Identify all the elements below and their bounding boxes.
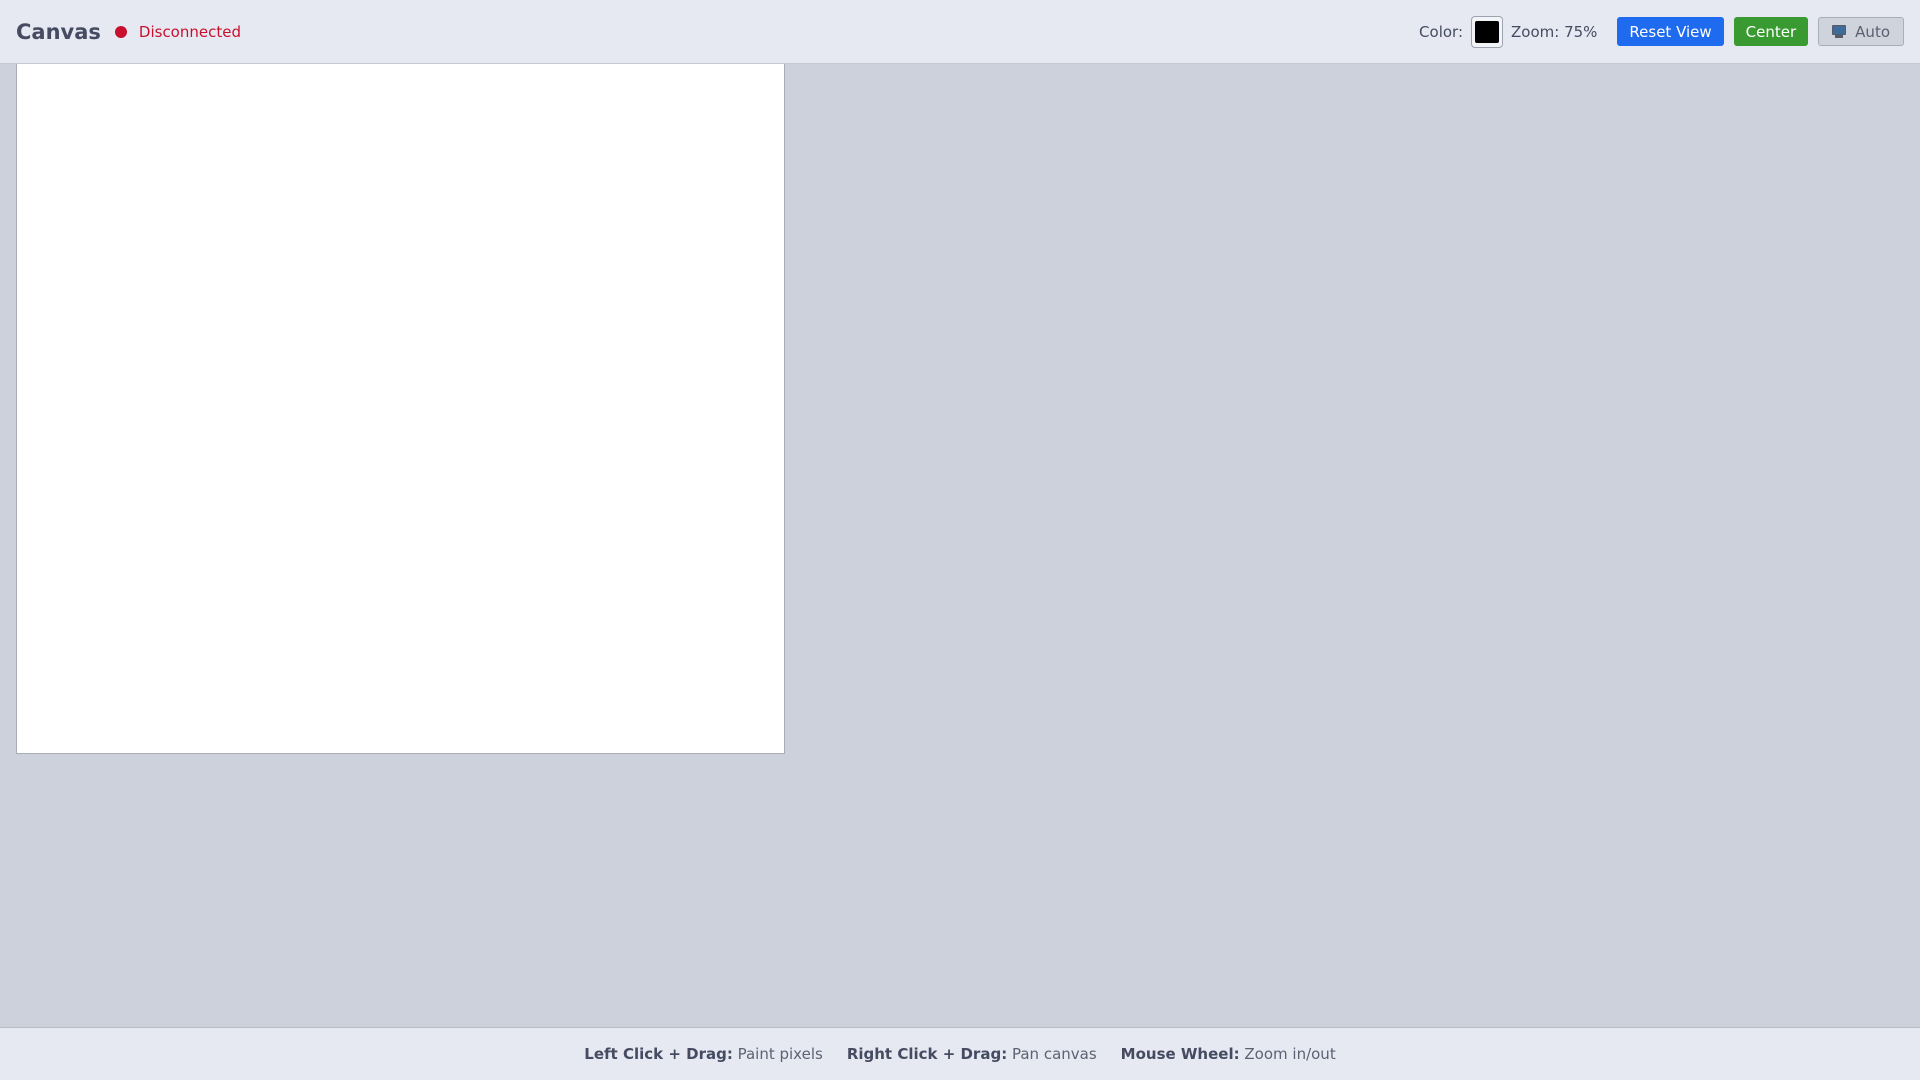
zoom-level-label: Zoom: 75% <box>1511 22 1598 41</box>
hint-mouse-wheel: Mouse Wheel: Zoom in/out <box>1121 1045 1336 1063</box>
hint-left-click: Left Click + Drag: Paint pixels <box>584 1045 823 1063</box>
hint-desc: Paint pixels <box>737 1045 823 1063</box>
hint-key: Left Click + Drag: <box>584 1045 733 1063</box>
current-color-swatch <box>1475 20 1499 43</box>
center-button[interactable]: Center <box>1733 17 1809 46</box>
connection-status-dot-icon <box>114 25 127 38</box>
hint-desc: Zoom in/out <box>1244 1045 1336 1063</box>
auto-button-label: Auto <box>1855 22 1890 41</box>
auto-button[interactable]: Auto <box>1818 17 1904 46</box>
monitor-icon <box>1832 25 1847 38</box>
color-label: Color: <box>1419 22 1463 41</box>
canvas-viewport[interactable] <box>0 64 1920 1027</box>
hint-right-click: Right Click + Drag: Pan canvas <box>847 1045 1097 1063</box>
hint-key: Right Click + Drag: <box>846 1045 1008 1063</box>
hint-desc: Pan canvas <box>1011 1045 1097 1063</box>
color-picker[interactable] <box>1471 15 1503 48</box>
hint-key: Mouse Wheel: <box>1120 1045 1240 1063</box>
app-title: Canvas <box>16 19 101 44</box>
toolbar-right-group: Color: Zoom: 75% Reset View Center Auto <box>1419 15 1904 48</box>
app: Canvas Disconnected Color: Zoom: 75% Res… <box>0 0 1920 1080</box>
paint-canvas[interactable] <box>16 64 785 754</box>
reset-view-button[interactable]: Reset View <box>1617 17 1724 46</box>
toolbar-left-group: Canvas Disconnected <box>16 20 241 44</box>
controls-hint-bar: Left Click + Drag: Paint pixels Right Cl… <box>0 1027 1920 1080</box>
top-toolbar: Canvas Disconnected Color: Zoom: 75% Res… <box>0 0 1920 64</box>
connection-status-label: Disconnected <box>138 22 241 41</box>
